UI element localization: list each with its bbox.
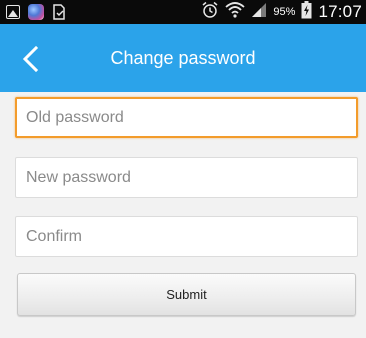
back-button[interactable] <box>20 45 42 73</box>
status-bar: 95% 17:07 <box>0 0 366 24</box>
old-password-field[interactable] <box>15 97 358 138</box>
page-title: Change password <box>110 48 256 68</box>
chevron-left-icon <box>22 45 39 73</box>
clock-time: 17:07 <box>318 2 362 21</box>
alarm-icon <box>201 1 219 24</box>
app-header: Change password <box>0 24 366 92</box>
status-left-icons <box>6 3 66 21</box>
battery-percent: 95% <box>273 6 296 18</box>
new-password-field[interactable] <box>15 157 358 198</box>
confirm-password-field[interactable] <box>15 216 358 257</box>
submit-button[interactable]: Submit <box>17 273 356 316</box>
wifi-icon <box>225 1 246 24</box>
battery-charging-icon <box>301 0 312 24</box>
status-right-icons: 95% 17:07 <box>201 0 362 24</box>
gallery-icon <box>6 5 20 19</box>
download-icon <box>52 4 66 20</box>
app-icon <box>28 4 44 20</box>
signal-icon <box>251 2 267 23</box>
